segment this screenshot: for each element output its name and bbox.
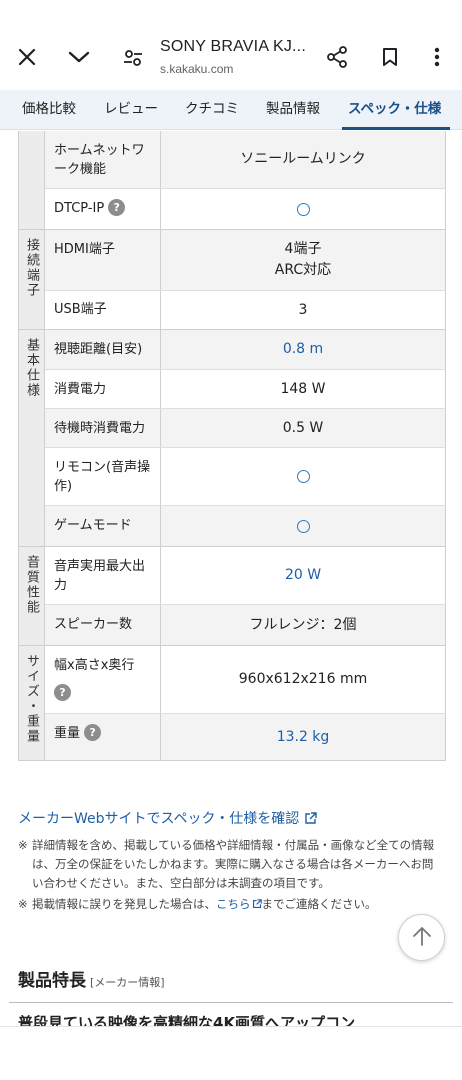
tab-product-info[interactable]: 製品情報 — [266, 90, 320, 130]
external-link-icon — [304, 812, 317, 829]
group-label: 音質性能 — [18, 547, 45, 645]
divider — [0, 1026, 462, 1027]
spec-name: 視聴距離(目安) — [45, 330, 161, 369]
tab-kuchikomi[interactable]: クチコミ — [185, 90, 239, 130]
spec-name: USB端子 — [45, 291, 161, 329]
table-row: 待機時消費電力 0.5 W — [45, 409, 446, 448]
address-area[interactable]: SONY BRAVIA KJ... s.kakaku.com — [160, 38, 318, 76]
maker-spec-link-text: メーカーWebサイトでスペック・仕様を確認 — [18, 811, 300, 827]
spec-value-link[interactable]: 0.8 m — [161, 330, 446, 369]
group-label: 基本仕様 — [18, 330, 45, 546]
spec-name: 消費電力 — [45, 370, 161, 408]
spec-value-link[interactable]: 13.2 kg — [161, 714, 446, 760]
table-row: ゲームモード — [45, 506, 446, 546]
spec-name: 重量 ? — [45, 714, 161, 760]
spec-group-connectors: 接続端子 HDMI端子 4端子 ARC対応 USB端子 3 — [18, 230, 446, 330]
spec-name-text: 重量 — [54, 726, 81, 741]
disclaimer-note: ※ 詳細情報を含め、掲載している価格や詳細情報・付属品・画像など全ての情報は、万… — [18, 836, 438, 893]
table-row: HDMI端子 4端子 ARC対応 — [45, 230, 446, 291]
table-row: 音声実用最大出力 20 W — [45, 547, 446, 605]
divider — [9, 1002, 453, 1003]
spec-group-network: ホームネットワーク機能 ソニールームリンク DTCP-IP ? — [18, 131, 446, 230]
spec-value: 0.5 W — [161, 409, 446, 447]
circle-mark-icon — [296, 470, 310, 483]
tab-bar: 価格比較 レビュー クチコミ 製品情報 スペック・仕様 — [0, 90, 462, 130]
spec-value-link[interactable]: 20 W — [161, 547, 446, 604]
spec-name: DTCP-IP ? — [45, 189, 161, 229]
spec-value: 3 — [161, 291, 446, 329]
spec-name: 待機時消費電力 — [45, 409, 161, 447]
spec-name: リモコン(音声操作) — [45, 448, 161, 505]
circle-mark-icon — [296, 202, 310, 216]
spec-table: ホームネットワーク機能 ソニールームリンク DTCP-IP ? 接続端子 HDM… — [18, 131, 446, 761]
help-icon[interactable]: ? — [54, 683, 71, 701]
spec-group-audio: 音質性能 音声実用最大出力 20 W スピーカー数 フルレンジ：2個 — [18, 547, 446, 646]
more-options-icon[interactable] — [420, 40, 454, 74]
site-settings-icon[interactable] — [117, 42, 149, 74]
spec-name: スピーカー数 — [45, 605, 161, 645]
spec-name: ホームネットワーク機能 — [45, 131, 161, 188]
spec-name-text: 幅x高さx奥行 — [54, 658, 135, 673]
arrow-up-icon — [411, 925, 433, 951]
table-row: スピーカー数 フルレンジ：2個 — [45, 605, 446, 645]
spec-group-size-weight: サイズ・重量 幅x高さx奥行 ? 960x612x216 mm 重量 ? 13.… — [18, 646, 446, 761]
spec-value — [161, 506, 446, 546]
feature-item-heading[interactable]: 普段見ている映像を高精細な4K画質へアップコン — [18, 1014, 438, 1026]
spec-name: HDMI端子 — [45, 230, 161, 290]
report-error-note: ※ 掲載情報に誤りを発見した場合は、こちら までご連絡ください。 — [18, 897, 377, 911]
browser-toolbar: SONY BRAVIA KJ... s.kakaku.com — [0, 0, 462, 90]
active-tab-indicator — [342, 127, 450, 130]
table-row: ホームネットワーク機能 ソニールームリンク — [45, 131, 446, 189]
features-subtitle: [メーカー情報] — [90, 976, 165, 989]
table-row: 幅x高さx奥行 ? 960x612x216 mm — [45, 646, 446, 714]
table-row: 視聴距離(目安) 0.8 m — [45, 330, 446, 370]
share-icon[interactable] — [320, 40, 354, 74]
spec-value — [161, 448, 446, 505]
spec-value: 960x612x216 mm — [161, 646, 446, 713]
spec-value: フルレンジ：2個 — [161, 605, 446, 645]
scroll-to-top-button[interactable] — [398, 914, 445, 961]
spec-value: ソニールームリンク — [161, 131, 446, 188]
spec-name: ゲームモード — [45, 506, 161, 546]
spec-group-basic: 基本仕様 視聴距離(目安) 0.8 m 消費電力 148 W 待機時消費電力 0… — [18, 330, 446, 547]
maker-spec-link[interactable]: メーカーWebサイトでスペック・仕様を確認 — [18, 808, 317, 829]
tab-specs[interactable]: スペック・仕様 — [348, 90, 441, 130]
features-heading: 製品特長 [メーカー情報] — [18, 971, 165, 991]
table-row: DTCP-IP ? — [45, 189, 446, 229]
page-title: SONY BRAVIA KJ... — [160, 38, 306, 55]
circle-mark-icon — [296, 519, 310, 533]
spec-name: 幅x高さx奥行 ? — [45, 646, 161, 713]
group-label — [18, 131, 45, 229]
spec-name-text: DTCP-IP — [54, 201, 105, 216]
spec-value — [161, 189, 446, 229]
table-row: USB端子 3 — [45, 291, 446, 329]
page-url: s.kakaku.com — [160, 62, 234, 76]
table-row: リモコン(音声操作) — [45, 448, 446, 506]
close-icon[interactable] — [10, 40, 44, 74]
group-label: サイズ・重量 — [18, 646, 45, 760]
disclaimer-text: 詳細情報を含め、掲載している価格や詳細情報・付属品・画像など全ての情報は、万全の… — [32, 838, 435, 890]
table-row: 重量 ? 13.2 kg — [45, 714, 446, 760]
tab-price-compare[interactable]: 価格比較 — [22, 90, 76, 130]
table-row: 消費電力 148 W — [45, 370, 446, 409]
help-icon[interactable]: ? — [84, 724, 102, 741]
spec-name: 音声実用最大出力 — [45, 547, 161, 604]
group-label: 接続端子 — [18, 230, 45, 329]
bookmark-icon[interactable] — [373, 40, 407, 74]
help-icon[interactable]: ? — [108, 199, 126, 216]
spec-value: 4端子 ARC対応 — [161, 230, 446, 290]
chevron-down-icon[interactable] — [62, 40, 96, 74]
contact-link[interactable]: こちら — [216, 897, 262, 911]
tab-reviews[interactable]: レビュー — [104, 90, 158, 130]
spec-value: 148 W — [161, 370, 446, 408]
